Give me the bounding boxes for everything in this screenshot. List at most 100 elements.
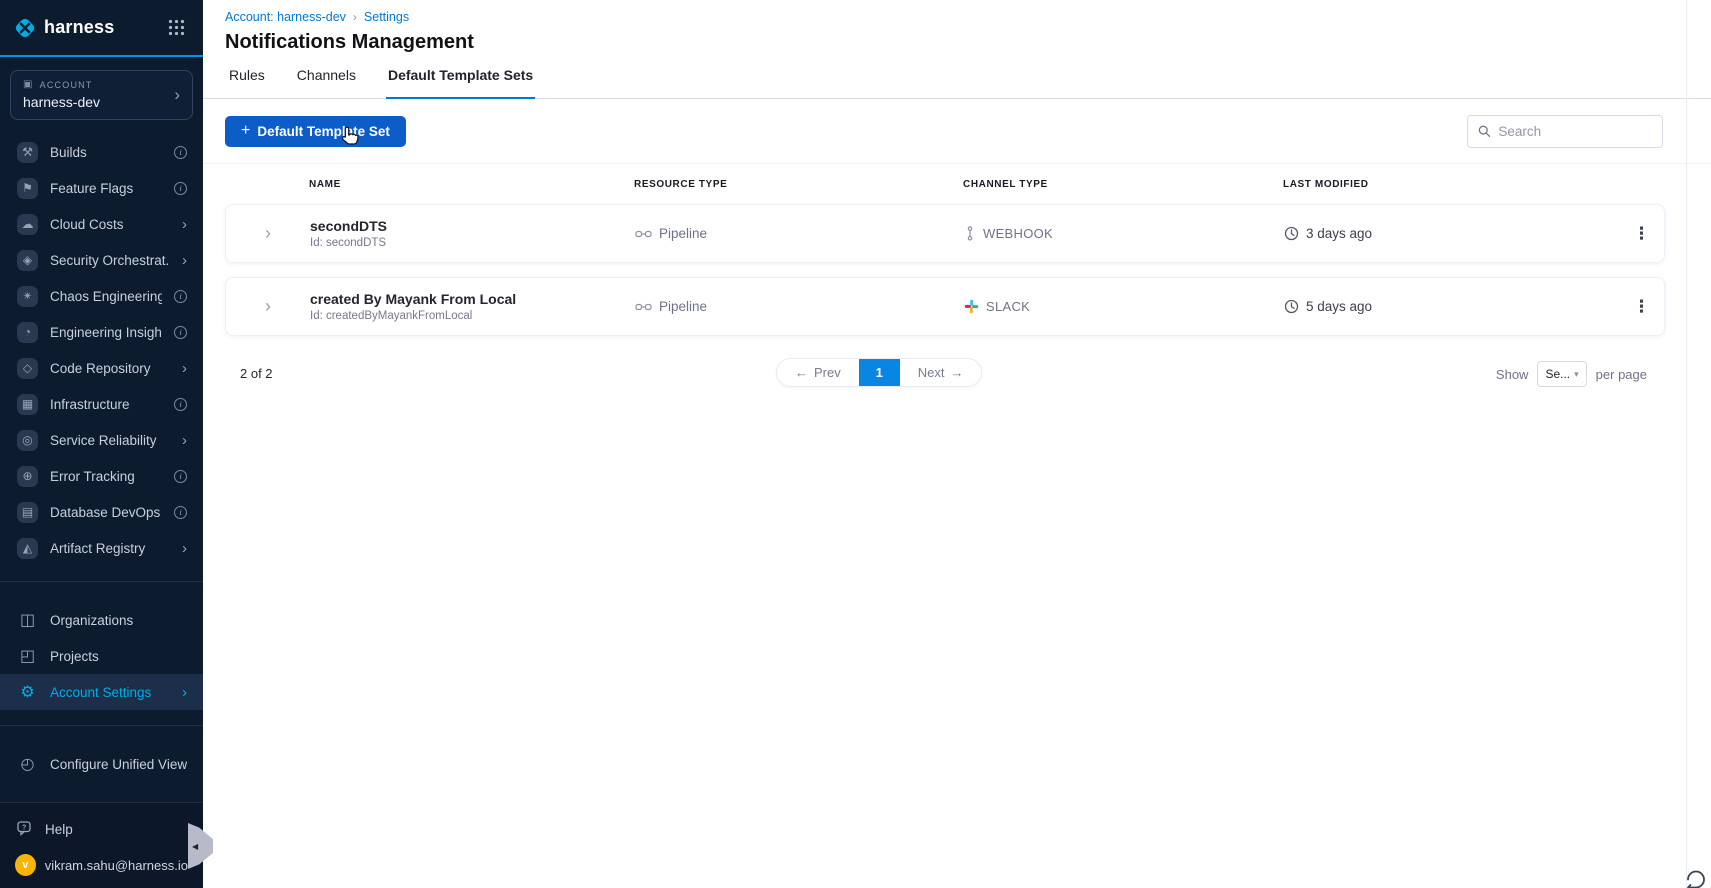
sidebar-item-label: Engineering Insights xyxy=(50,324,162,340)
user-profile[interactable]: v vikram.sahu@harness.io xyxy=(0,854,203,876)
service-reliability-icon: ◎ xyxy=(17,429,38,451)
row-expand-chevron-icon[interactable]: › xyxy=(226,223,310,244)
webhook-icon xyxy=(967,226,973,241)
row-expand-chevron-icon[interactable]: › xyxy=(226,296,310,317)
tab-label: Channels xyxy=(296,67,356,83)
template-set-id: Id: secondDTS xyxy=(310,237,387,249)
prev-page-button[interactable]: ← Prev xyxy=(777,359,859,386)
pipeline-icon xyxy=(635,230,652,237)
sidebar-footer: ? Help v vikram.sahu@harness.io xyxy=(0,802,203,888)
chevron-right-icon: › xyxy=(182,359,187,377)
sidebar-links: ◫ Organizations ◰ Projects ⚙ Account Set… xyxy=(0,596,203,710)
brand-name: harness xyxy=(44,17,115,37)
sidebar-item-configure-unified-view[interactable]: ◴ Configure Unified View xyxy=(0,746,203,782)
add-button-label: Default Template Set xyxy=(257,123,390,139)
page-number-button[interactable]: 1 xyxy=(858,359,900,386)
unified-view-icon: ◴ xyxy=(20,756,35,773)
row-menu-kebab-icon[interactable]: ⋮ xyxy=(1619,224,1664,244)
search-icon xyxy=(1478,125,1491,137)
chevron-right-icon: › xyxy=(182,251,187,269)
sidebar-item-label: Security Orchestrat... xyxy=(50,252,170,268)
sidebar-item-label: Service Reliability xyxy=(50,432,157,448)
column-header-name: NAME xyxy=(309,178,341,190)
account-scope-selector[interactable]: ▣ ACCOUNT harness-dev › xyxy=(10,70,193,120)
sidebar-item-infrastructure[interactable]: ▦ Infrastructure i xyxy=(0,386,203,422)
sidebar-item-engineering-insights[interactable]: ◔ Engineering Insights i xyxy=(0,314,203,350)
sidebar-divider xyxy=(0,725,203,726)
infrastructure-icon: ▦ xyxy=(17,393,38,415)
main-content: Account: harness-dev › Settings Notifica… xyxy=(203,0,1711,888)
app-window: harness ▣ ACCOUNT harness-dev › ⚒ Builds… xyxy=(0,0,1711,888)
svg-text:?: ? xyxy=(22,825,26,832)
page-size-select[interactable]: Se... ▾ xyxy=(1537,361,1587,387)
page-title: Notifications Management xyxy=(225,31,474,53)
table-row[interactable]: › secondDTS Id: secondDTS Pipeline WEBHO… xyxy=(225,204,1665,263)
sidebar-item-projects[interactable]: ◰ Projects xyxy=(0,638,203,674)
tab-label: Rules xyxy=(229,67,265,83)
sidebar-item-label: Cloud Costs xyxy=(50,216,124,232)
builds-icon: ⚒ xyxy=(17,141,38,163)
sidebar-item-service-reliability[interactable]: ◎ Service Reliability › xyxy=(0,422,203,458)
table-header-row: NAME RESOURCE TYPE CHANNEL TYPE LAST MOD… xyxy=(225,164,1665,204)
sidebar-item-artifact-registry[interactable]: ◭ Artifact Registry › xyxy=(0,530,203,566)
tab-bar: Rules Channels Default Template Sets xyxy=(203,67,1711,99)
sidebar-item-feature-flags[interactable]: ⚑ Feature Flags i xyxy=(0,170,203,206)
right-arrow-icon: → xyxy=(950,365,964,380)
search-input[interactable] xyxy=(1498,123,1652,139)
breadcrumb-account-link[interactable]: Account: harness-dev xyxy=(225,10,346,24)
sidebar-item-label: Feature Flags xyxy=(50,180,134,196)
info-icon: i xyxy=(174,325,187,339)
cube-icon: ◰ xyxy=(19,648,36,665)
page-size-controls: Show Se... ▾ per page xyxy=(1496,361,1647,387)
pagination-controls: ← Prev 1 Next → xyxy=(776,358,983,387)
sidebar-item-label: Projects xyxy=(50,648,99,664)
tab-default-template-sets[interactable]: Default Template Sets xyxy=(385,67,536,99)
info-icon: i xyxy=(174,469,187,483)
channel-type-label: SLACK xyxy=(986,299,1031,314)
breadcrumb-settings-link[interactable]: Settings xyxy=(364,10,409,24)
sidebar-item-builds[interactable]: ⚒ Builds i xyxy=(0,134,203,170)
sidebar-item-code-repository[interactable]: ◇ Code Repository › xyxy=(0,350,203,386)
engineering-insights-icon: ◔ xyxy=(17,321,38,343)
template-set-id: Id: createdByMayankFromLocal xyxy=(310,310,473,322)
sidebar-item-account-settings[interactable]: ⚙ Account Settings › xyxy=(0,674,203,710)
account-name: harness-dev xyxy=(23,94,101,110)
last-modified-label: 3 days ago xyxy=(1306,226,1373,241)
chat-widget-icon[interactable] xyxy=(1684,866,1708,888)
resource-type-label: Pipeline xyxy=(659,226,708,241)
sidebar-item-organizations[interactable]: ◫ Organizations xyxy=(0,602,203,638)
help-button[interactable]: ? Help xyxy=(0,821,203,837)
sidebar-item-security-orchestration[interactable]: ◈ Security Orchestrat... › xyxy=(0,242,203,278)
template-set-name: secondDTS xyxy=(310,218,388,234)
tab-label: Default Template Sets xyxy=(387,67,534,83)
row-menu-kebab-icon[interactable]: ⋮ xyxy=(1619,297,1664,317)
table-row[interactable]: › created By Mayank From Local Id: creat… xyxy=(225,277,1665,336)
channel-type-label: WEBHOOK xyxy=(983,226,1053,241)
tab-channels[interactable]: Channels xyxy=(295,67,358,98)
plus-icon: + xyxy=(241,122,251,139)
info-icon: i xyxy=(174,289,187,303)
clock-icon xyxy=(1284,226,1299,241)
left-arrow-icon: ← xyxy=(795,365,808,380)
sidebar-item-chaos-engineering[interactable]: ✴ Chaos Engineering i xyxy=(0,278,203,314)
chaos-engineering-icon: ✴ xyxy=(17,285,38,307)
sidebar-item-label: Builds xyxy=(50,144,87,160)
pagination: 2 of 2 ← Prev 1 Next → Show Se... ▾ per … xyxy=(203,358,1711,398)
sidebar-item-label: Organizations xyxy=(50,612,134,628)
add-default-template-set-button[interactable]: + Default Template Set xyxy=(225,115,406,147)
apps-grid-icon[interactable] xyxy=(168,19,185,36)
column-header-last-modified: LAST MODIFIED xyxy=(1283,178,1369,190)
feature-flags-icon: ⚑ xyxy=(17,177,38,199)
user-email: vikram.sahu@harness.io xyxy=(44,857,188,873)
sidebar-item-error-tracking[interactable]: ⊕ Error Tracking i xyxy=(0,458,203,494)
code-repository-icon: ◇ xyxy=(17,357,38,379)
tab-rules[interactable]: Rules xyxy=(227,67,267,98)
next-page-button[interactable]: Next → xyxy=(900,359,982,386)
sidebar-item-database-devops[interactable]: ▤ Database DevOps i xyxy=(0,494,203,530)
sidebar-item-cloud-costs[interactable]: ☁ Cloud Costs › xyxy=(0,206,203,242)
chat-help-icon: ? xyxy=(17,821,31,836)
clock-icon xyxy=(1284,299,1299,314)
sidebar-divider xyxy=(0,581,203,582)
account-scope-label: ACCOUNT xyxy=(39,79,93,90)
info-icon: i xyxy=(174,397,187,411)
